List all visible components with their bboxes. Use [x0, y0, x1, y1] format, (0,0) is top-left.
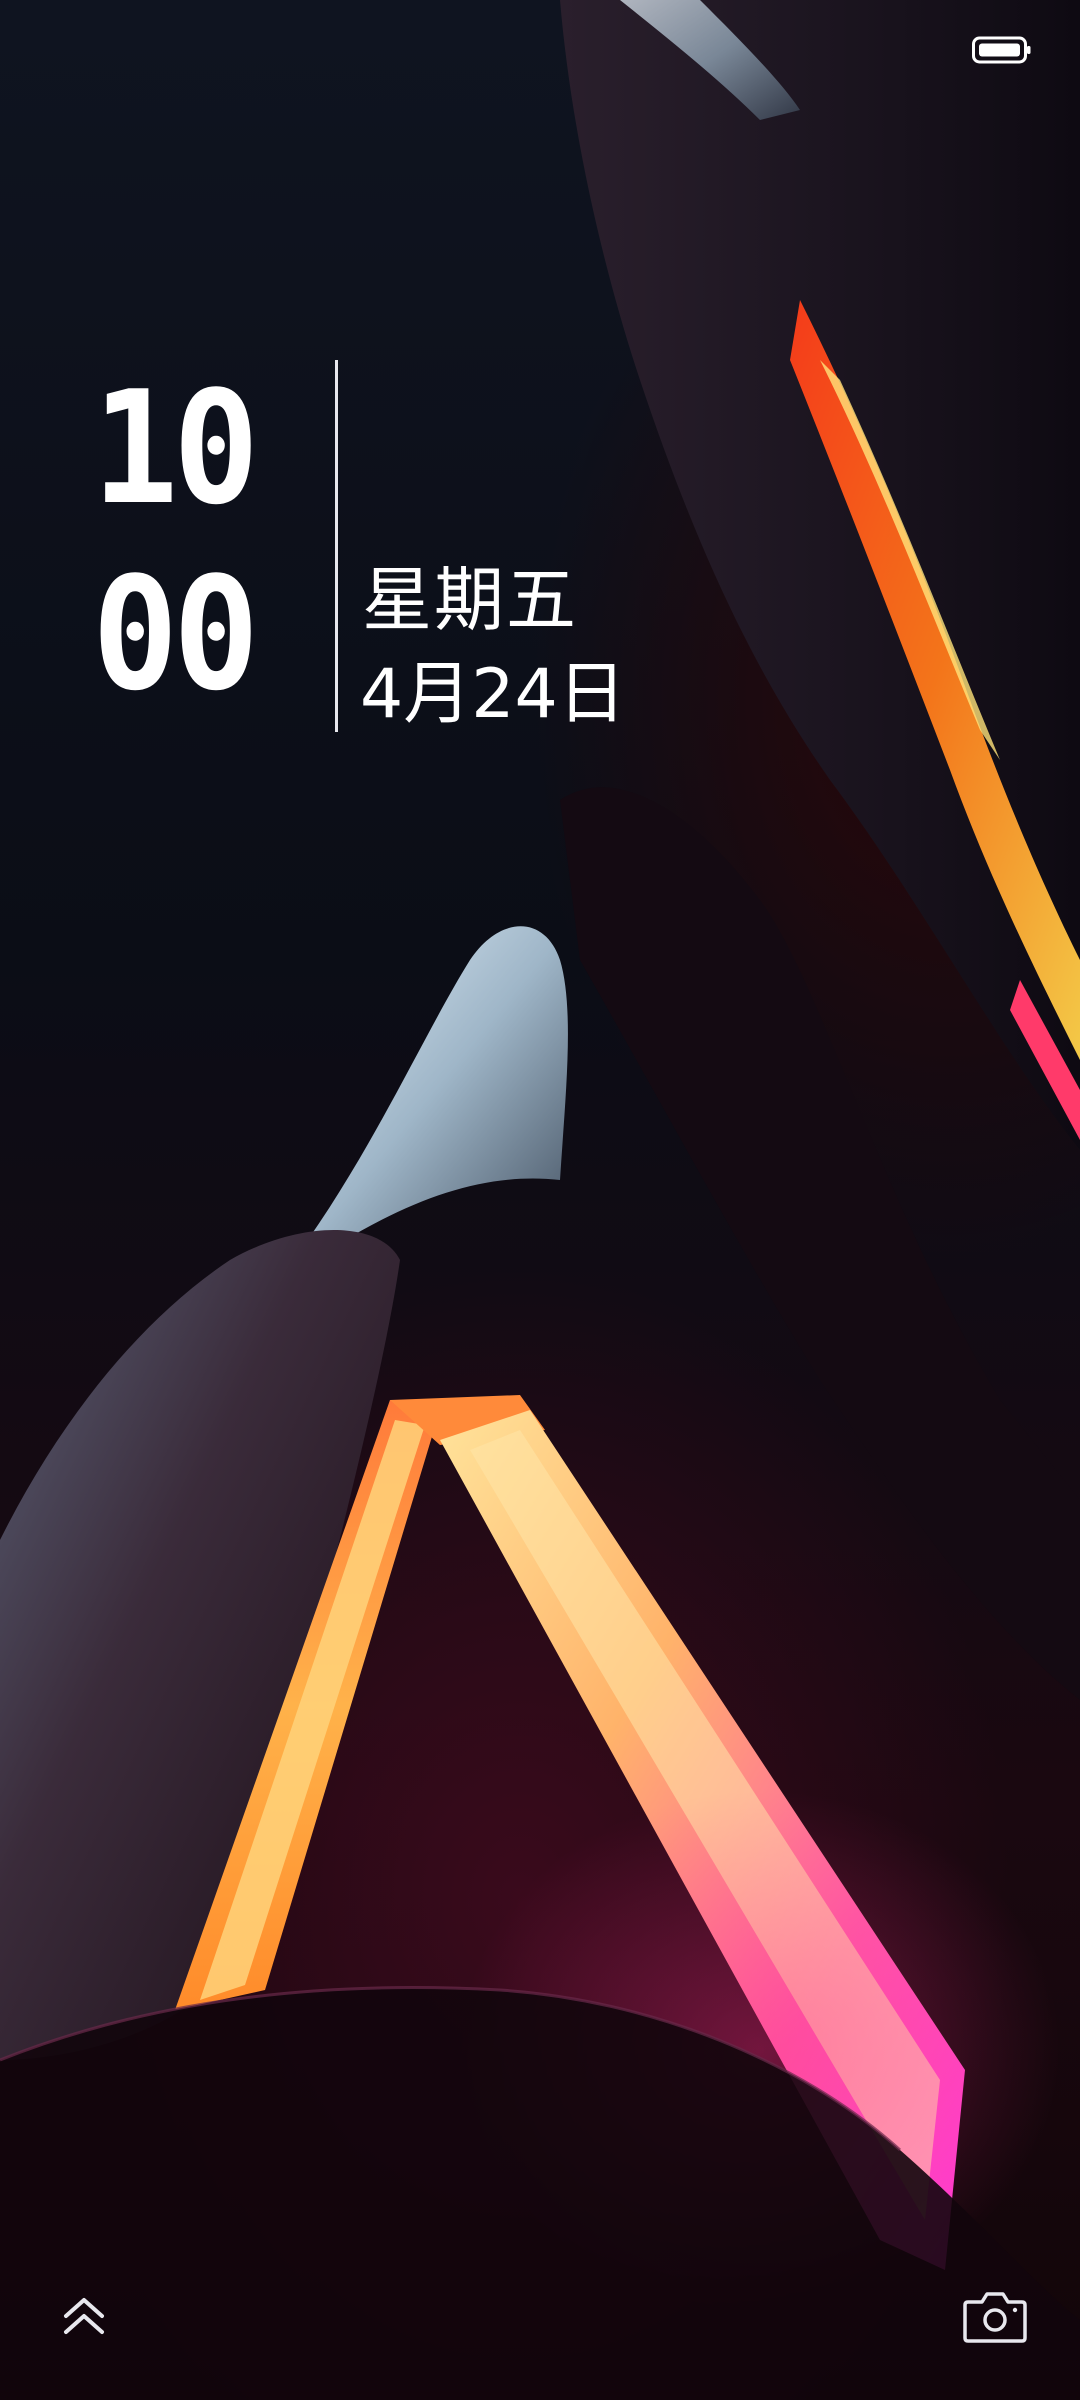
- clock-minutes: 00: [92, 543, 259, 725]
- battery-icon: [972, 36, 1031, 64]
- double-chevron-up-icon[interactable]: [58, 2290, 110, 2342]
- clock-divider: [335, 360, 338, 732]
- clock: 10 00: [92, 355, 292, 735]
- weekday-label: 星期五: [362, 559, 578, 641]
- date-label: 4月24日: [360, 655, 626, 734]
- lock-screen: 10 00 星期五 4月24日: [0, 0, 1080, 2400]
- clock-hours: 10: [92, 357, 259, 539]
- camera-icon[interactable]: [962, 2288, 1028, 2344]
